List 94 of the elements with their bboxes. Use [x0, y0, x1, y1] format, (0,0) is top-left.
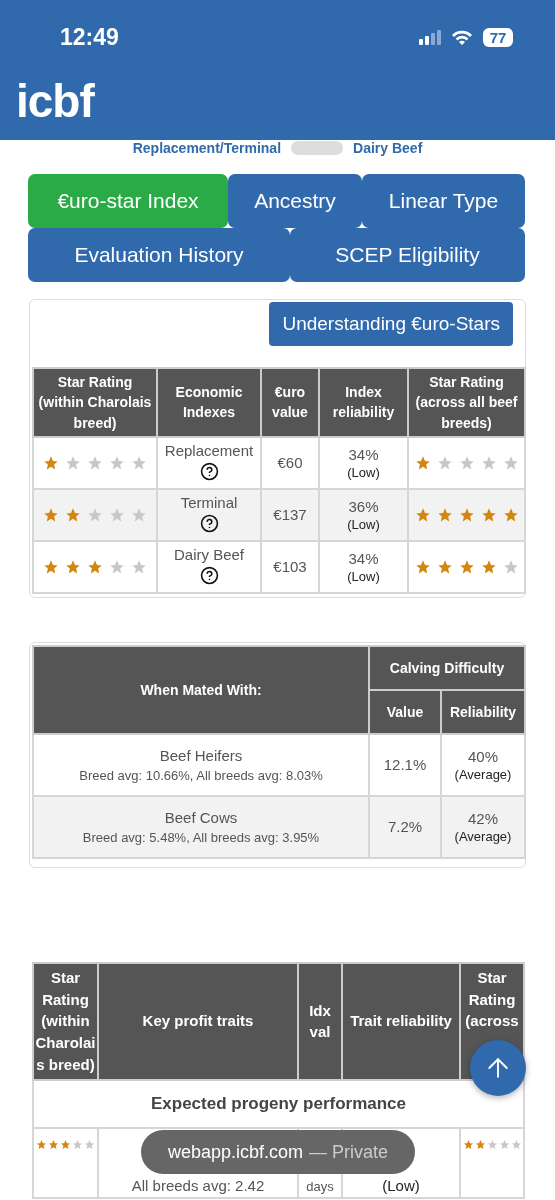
star-icon: [414, 558, 431, 575]
star-icon: [436, 506, 453, 523]
star-icon: [131, 454, 147, 471]
star-icon: [72, 1138, 83, 1150]
star-icon: [65, 506, 81, 523]
star-icon: [131, 506, 147, 523]
mated-with: Beef Cows: [163, 808, 239, 826]
star-icon: [498, 1138, 510, 1150]
toggle-label: Dairy Beef: [353, 140, 423, 156]
index-toggle[interactable]: [291, 141, 344, 155]
column-header: Reliability: [441, 689, 525, 734]
star-icon: [87, 558, 103, 575]
understanding-button[interactable]: Understanding €uro-Stars: [269, 302, 513, 346]
table-cell: €60: [261, 436, 319, 489]
wifi-icon: [451, 29, 473, 45]
column-header: Idx val: [298, 962, 342, 1080]
mated-with: Beef Heifers: [158, 746, 244, 764]
star-icon: [109, 454, 125, 471]
column-header: Star Rating (within Charolais breed): [33, 368, 157, 437]
star-icon: [474, 1138, 486, 1150]
star-icon: [502, 558, 519, 575]
index-name: Replacement: [163, 441, 255, 459]
signal-icon: [419, 29, 441, 45]
reliability-level: (Low): [346, 568, 381, 584]
tab[interactable]: SCEP Eligibility: [290, 228, 525, 282]
reliability: 40%: [467, 747, 499, 765]
star-icon: [502, 506, 519, 523]
index-name: Terminal: [179, 493, 239, 511]
table-cell: €103: [261, 540, 319, 593]
status-time: 12:49: [60, 23, 119, 51]
battery-level: 77: [483, 27, 513, 47]
star-icon: [436, 454, 453, 471]
reliability-level: (Low): [346, 464, 381, 480]
column-header: €uro value: [261, 368, 319, 437]
star-icon: [414, 506, 431, 523]
column-header: When Mated With:: [33, 645, 369, 734]
star-icon: [458, 558, 475, 575]
star-icon: [480, 454, 497, 471]
reliability-level: (Low): [346, 516, 381, 532]
column-header: Value: [369, 689, 441, 734]
star-icon: [462, 1138, 474, 1150]
column-header: Key profit traits: [98, 962, 298, 1080]
star-icon: [510, 1138, 522, 1150]
reliability: 34%: [347, 549, 380, 567]
star-icon: [131, 558, 147, 575]
table-cell: 12.1%: [369, 733, 441, 796]
help-icon[interactable]: [199, 461, 219, 481]
star-icon: [109, 506, 125, 523]
tab[interactable]: Evaluation History: [28, 228, 290, 282]
section-heading: Expected progeny performance: [33, 1079, 524, 1128]
column-header: Index reliability: [319, 368, 408, 437]
star-icon: [109, 558, 125, 575]
table-cell: €137: [261, 488, 319, 541]
reliability-level: (Average): [453, 828, 513, 844]
reliability: 34%: [347, 445, 380, 463]
reliability: 36%: [347, 497, 380, 515]
index-name: Dairy Beef: [173, 545, 245, 563]
star-icon: [65, 558, 81, 575]
star-icon: [48, 1138, 59, 1150]
star-icon: [84, 1138, 95, 1150]
column-header: Economic Indexes: [157, 368, 261, 437]
url-pill[interactable]: webapp.icbf.com — Private: [141, 1130, 415, 1174]
star-icon: [458, 454, 475, 471]
column-header: Star Rating (across all beef breeds): [408, 368, 525, 437]
star-icon: [486, 1138, 498, 1150]
star-icon: [43, 506, 59, 523]
star-icon: [36, 1138, 47, 1150]
reliability-level: (Average): [453, 766, 513, 782]
column-header: Star Rating (within Charolais breed): [33, 962, 98, 1080]
star-icon: [87, 506, 103, 523]
breed-averages: Breed avg: 10.66%, All breeds avg: 8.03%: [78, 767, 324, 783]
star-icon: [87, 454, 103, 471]
star-icon: [458, 506, 475, 523]
logo: icbf: [16, 74, 96, 128]
help-icon[interactable]: [199, 513, 219, 533]
help-icon[interactable]: [199, 565, 219, 585]
column-header: Calving Difficulty: [369, 645, 525, 690]
star-icon: [480, 558, 497, 575]
star-icon: [43, 558, 59, 575]
star-icon: [43, 454, 59, 471]
star-icon: [502, 454, 519, 471]
table-cell: 7.2%: [369, 795, 441, 858]
column-header: Trait reliability: [342, 962, 460, 1080]
tab[interactable]: Linear Type: [362, 174, 525, 228]
star-icon: [60, 1138, 71, 1150]
star-icon: [480, 506, 497, 523]
tab[interactable]: Ancestry: [228, 174, 362, 228]
star-icon: [414, 454, 431, 471]
star-icon: [436, 558, 453, 575]
breed-averages: Breed avg: 5.48%, All breeds avg: 3.95%: [81, 829, 321, 845]
reliability: 42%: [467, 809, 499, 827]
toggle-label: Replacement/Terminal: [132, 140, 282, 156]
tab[interactable]: €uro-star Index: [28, 174, 228, 228]
star-icon: [65, 454, 81, 471]
